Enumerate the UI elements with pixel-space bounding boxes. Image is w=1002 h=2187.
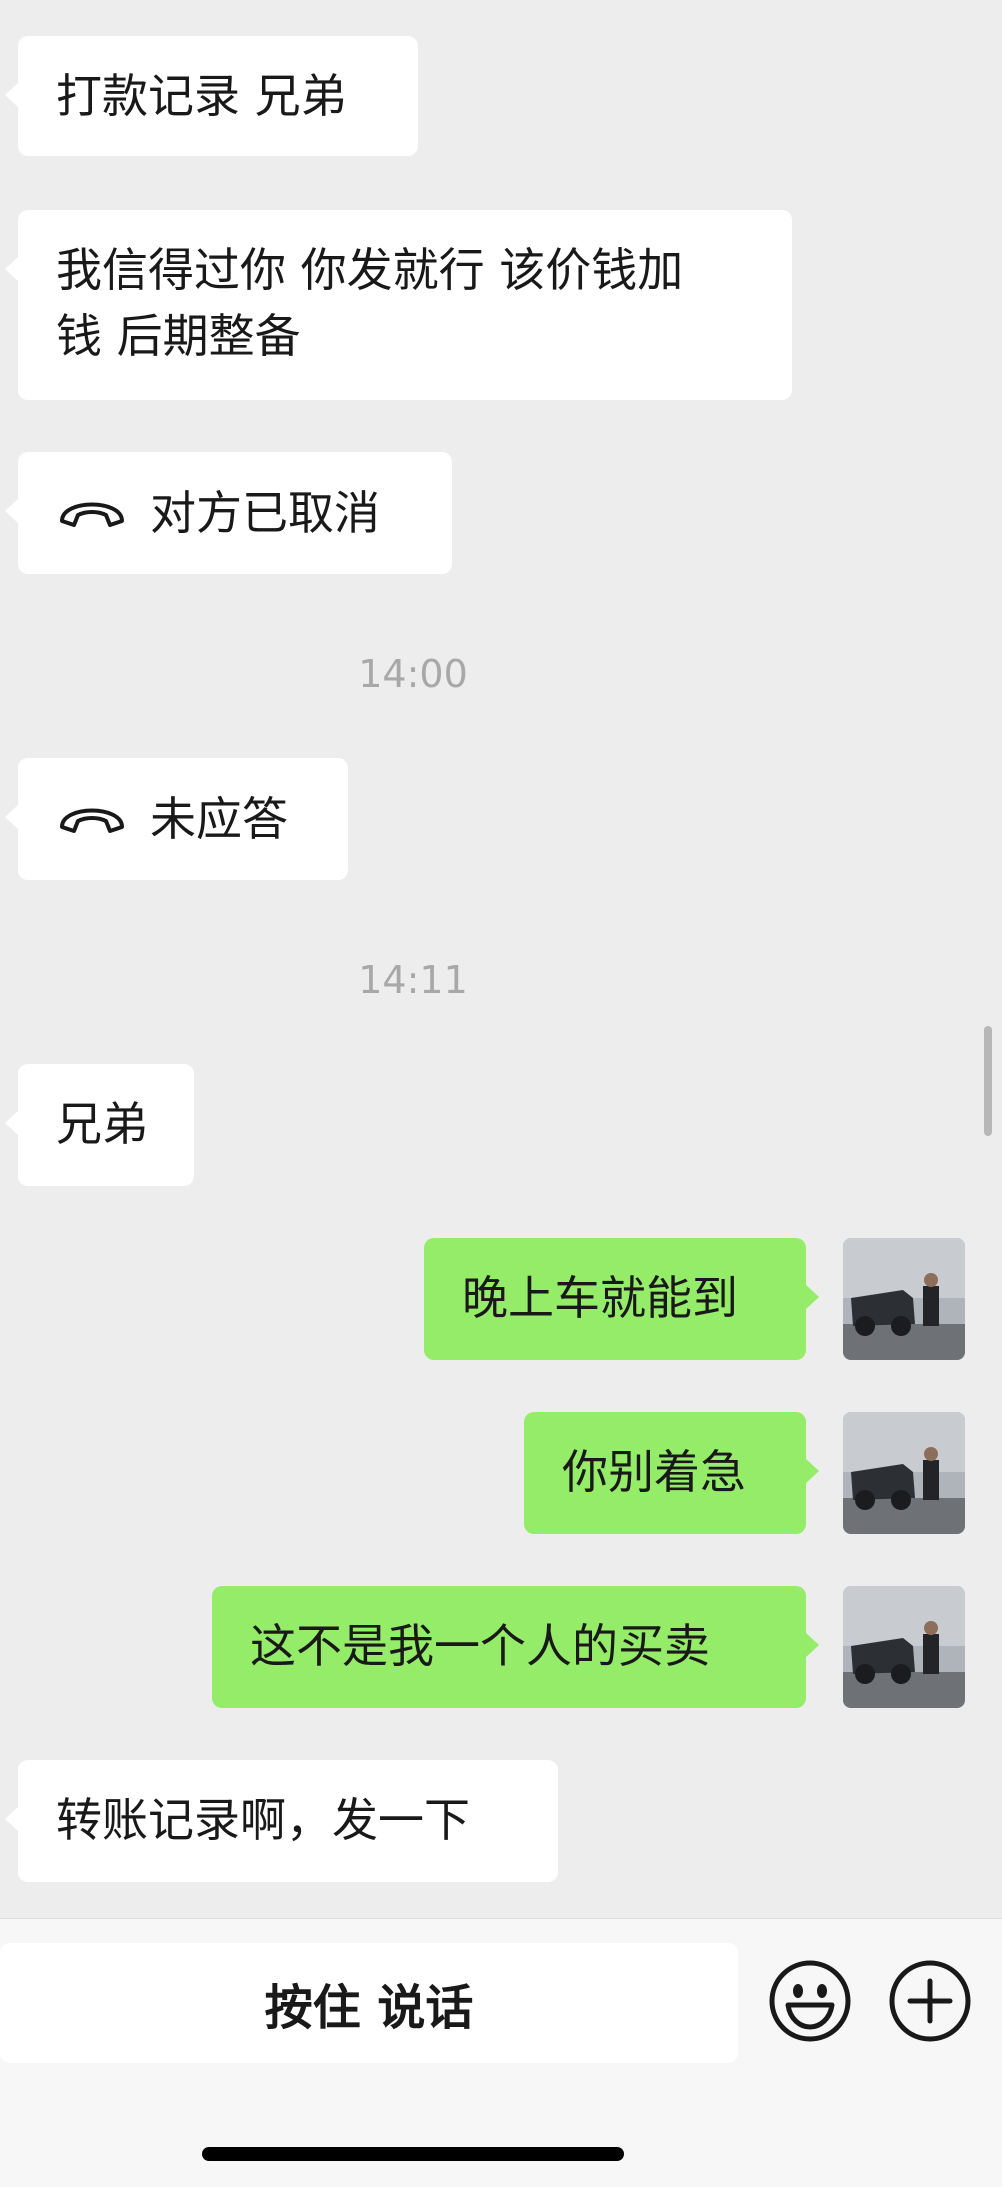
call-record-cancelled[interactable]: 对方已取消 xyxy=(5,452,452,574)
call-status-text: 未应答 xyxy=(150,792,288,846)
message-text: 这不是我一个人的买卖 xyxy=(250,1619,710,1673)
call-status-text: 对方已取消 xyxy=(150,486,380,540)
message-incoming[interactable]: 打款记录 兄弟 xyxy=(5,36,418,156)
message-outgoing[interactable]: 你别着急 xyxy=(524,1412,819,1534)
avatar[interactable] xyxy=(843,1412,965,1534)
avatar[interactable] xyxy=(843,1238,965,1360)
message-text: 打款记录 兄弟 xyxy=(56,69,347,123)
message-text-line: 钱 后期整备 xyxy=(56,309,301,363)
avatar[interactable] xyxy=(843,1586,965,1708)
message-text: 你别着急 xyxy=(562,1445,746,1499)
message-text-line: 我信得过你 你发就行 该价钱加 xyxy=(56,243,684,297)
message-incoming[interactable]: 兄弟 xyxy=(5,1064,194,1186)
avatar-photo xyxy=(843,1412,965,1534)
home-indicator[interactable] xyxy=(202,2147,624,2161)
message-outgoing[interactable]: 晚上车就能到 xyxy=(424,1238,819,1360)
message-text: 转账记录啊，发一下 xyxy=(56,1793,470,1847)
message-incoming[interactable]: 我信得过你 你发就行 该价钱加 钱 后期整备 xyxy=(5,210,792,400)
chat-area[interactable]: 打款记录 兄弟 我信得过你 你发就行 该价钱加 钱 后期整备 对方已取消 14:… xyxy=(0,0,1002,1918)
message-text: 兄弟 xyxy=(56,1097,148,1151)
emoji-icon[interactable] xyxy=(768,1959,852,2043)
message-text: 晚上车就能到 xyxy=(462,1271,738,1325)
message-outgoing[interactable]: 这不是我一个人的买卖 xyxy=(212,1586,819,1708)
phone-hangup-icon xyxy=(60,502,124,527)
scrollbar[interactable] xyxy=(984,1026,992,1136)
message-incoming[interactable]: 转账记录啊，发一下 xyxy=(5,1760,558,1882)
avatar-photo xyxy=(843,1238,965,1360)
avatar-photo xyxy=(843,1586,965,1708)
plus-icon[interactable] xyxy=(888,1959,972,2043)
hold-to-talk-label: 按住 说话 xyxy=(264,1980,474,2036)
timestamp: 14:11 xyxy=(358,958,468,1002)
timestamp: 14:00 xyxy=(358,652,468,696)
call-record-missed[interactable]: 未应答 xyxy=(5,758,348,880)
phone-hangup-icon xyxy=(60,808,124,833)
hold-to-talk-button[interactable]: 按住 说话 xyxy=(0,1943,738,2063)
